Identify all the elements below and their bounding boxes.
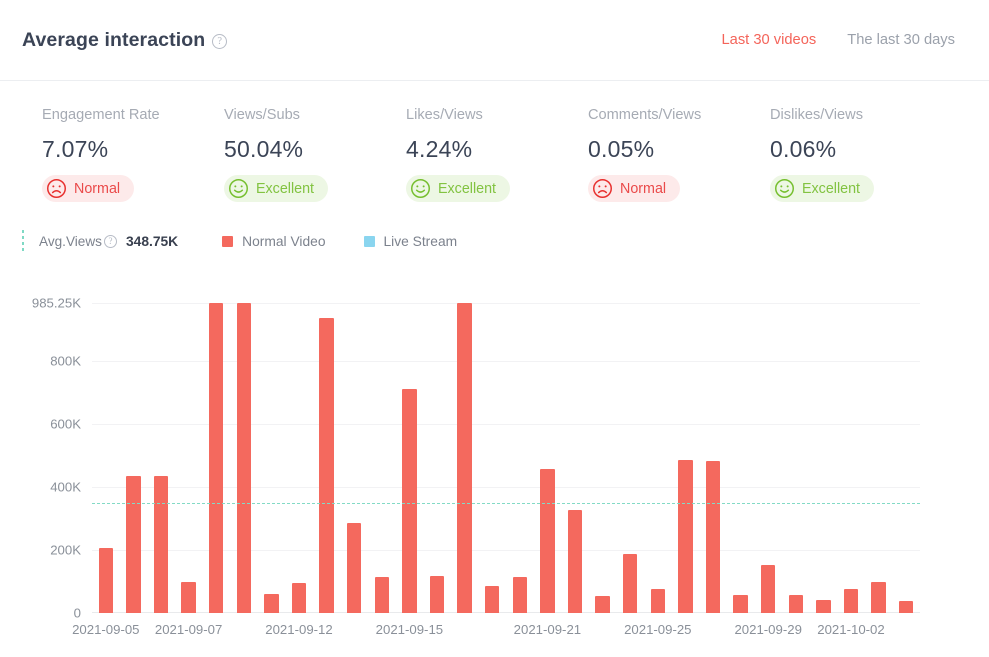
- happy-face-icon: [410, 178, 431, 199]
- chart-bar[interactable]: [485, 586, 499, 613]
- chart-bar[interactable]: [237, 303, 251, 613]
- chart-bar[interactable]: [347, 523, 361, 613]
- chart-bar[interactable]: [430, 576, 444, 613]
- metric-dislikes-views: Dislikes/Views 0.06% Excellent: [770, 107, 952, 221]
- y-axis-tick-label: 985.25K: [32, 296, 81, 311]
- status-badge-label: Normal: [620, 181, 666, 197]
- y-axis-tick-label: 400K: [50, 480, 81, 495]
- chart-plot-area[interactable]: 0200K400K600K800K985.25K2021-09-052021-0…: [92, 303, 920, 613]
- x-axis-tick-label: 2021-09-21: [514, 622, 581, 637]
- metrics-row: Engagement Rate 7.07% Normal Views/Subs …: [0, 81, 989, 221]
- status-badge: Normal: [42, 175, 134, 202]
- chart-bar[interactable]: [678, 460, 692, 613]
- metric-label: Engagement Rate: [42, 107, 224, 123]
- metric-value: 7.07%: [42, 136, 224, 163]
- metric-label: Dislikes/Views: [770, 107, 952, 123]
- chart-bar[interactable]: [457, 303, 471, 613]
- sad-face-icon: [592, 178, 613, 199]
- chart-bar[interactable]: [319, 318, 333, 613]
- page-title: Average interaction ?: [22, 29, 227, 52]
- chart-bar[interactable]: [789, 595, 803, 613]
- tab-last-30-videos[interactable]: Last 30 videos: [722, 32, 817, 48]
- avg-line-marker: [22, 230, 24, 253]
- x-axis-tick-label: 2021-09-12: [265, 622, 332, 637]
- chart-bar[interactable]: [154, 476, 168, 613]
- x-axis-tick-label: 2021-09-05: [72, 622, 139, 637]
- status-badge: Normal: [588, 175, 680, 202]
- status-badge: Excellent: [224, 175, 328, 202]
- x-axis-tick-label: 2021-09-25: [624, 622, 691, 637]
- page-title-text: Average interaction: [22, 29, 205, 52]
- metric-label: Comments/Views: [588, 107, 770, 123]
- y-axis-tick-label: 800K: [50, 354, 81, 369]
- chart-legend: Avg.Views ? 348.75K Normal Video Live St…: [0, 223, 989, 259]
- avg-views-label-text: Avg.Views: [39, 234, 102, 249]
- y-axis-tick-label: 600K: [50, 417, 81, 432]
- legend-swatch-live-stream: [364, 236, 375, 247]
- status-badge: Excellent: [406, 175, 510, 202]
- question-circle-icon[interactable]: ?: [212, 34, 227, 49]
- chart-bar[interactable]: [733, 595, 747, 613]
- chart-bar[interactable]: [513, 577, 527, 613]
- chart-bar[interactable]: [540, 469, 554, 613]
- legend-item-normal-video[interactable]: Normal Video: [222, 234, 325, 249]
- legend-item-live-stream[interactable]: Live Stream: [364, 234, 458, 249]
- panel-header: Average interaction ? Last 30 videos The…: [0, 0, 989, 81]
- status-badge-label: Excellent: [256, 181, 314, 197]
- metric-engagement-rate: Engagement Rate 7.07% Normal: [42, 107, 224, 221]
- chart-bar[interactable]: [623, 554, 637, 613]
- chart-bar[interactable]: [99, 548, 113, 613]
- chart-bar[interactable]: [375, 577, 389, 613]
- metric-value: 50.04%: [224, 136, 406, 163]
- avg-views-value: 348.75K: [126, 234, 178, 249]
- legend-label-normal-video: Normal Video: [242, 234, 325, 249]
- y-axis-tick-label: 200K: [50, 543, 81, 558]
- status-badge-label: Normal: [74, 181, 120, 197]
- chart-bar[interactable]: [595, 596, 609, 613]
- chart-bar[interactable]: [706, 461, 720, 613]
- metric-likes-views: Likes/Views 4.24% Excellent: [406, 107, 588, 221]
- chart-bar[interactable]: [651, 589, 665, 613]
- chart-bar[interactable]: [126, 476, 140, 613]
- legend-swatch-normal-video: [222, 236, 233, 247]
- question-circle-icon[interactable]: ?: [104, 235, 117, 248]
- chart-bar[interactable]: [292, 583, 306, 613]
- metric-comments-views: Comments/Views 0.05% Normal: [588, 107, 770, 221]
- metric-label: Views/Subs: [224, 107, 406, 123]
- avg-views-label: Avg.Views ?: [39, 234, 117, 249]
- chart-bar[interactable]: [568, 510, 582, 613]
- chart-bar[interactable]: [816, 600, 830, 613]
- x-axis-tick-label: 2021-09-29: [734, 622, 801, 637]
- status-badge-label: Excellent: [438, 181, 496, 197]
- legend-label-live-stream: Live Stream: [384, 234, 458, 249]
- chart-bar[interactable]: [871, 582, 885, 613]
- metric-label: Likes/Views: [406, 107, 588, 123]
- chart-bar[interactable]: [264, 594, 278, 614]
- chart-bar[interactable]: [844, 589, 858, 613]
- happy-face-icon: [228, 178, 249, 199]
- chart-bar[interactable]: [402, 389, 416, 613]
- average-views-line: [92, 503, 920, 504]
- x-axis-tick-label: 2021-09-07: [155, 622, 222, 637]
- views-bar-chart: 0200K400K600K800K985.25K2021-09-052021-0…: [0, 259, 989, 629]
- tab-last-30-days[interactable]: The last 30 days: [847, 32, 955, 48]
- chart-bar[interactable]: [181, 582, 195, 613]
- y-axis-tick-label: 0: [74, 606, 81, 621]
- happy-face-icon: [774, 178, 795, 199]
- metric-views-subs: Views/Subs 50.04% Excellent: [224, 107, 406, 221]
- x-axis-tick-label: 2021-09-15: [376, 622, 443, 637]
- metric-value: 4.24%: [406, 136, 588, 163]
- x-axis-tick-label: 2021-10-02: [817, 622, 884, 637]
- time-range-tabs: Last 30 videos The last 30 days: [722, 32, 956, 48]
- chart-bar[interactable]: [899, 601, 913, 613]
- status-badge-label: Excellent: [802, 181, 860, 197]
- average-interaction-panel: Average interaction ? Last 30 videos The…: [0, 0, 989, 657]
- sad-face-icon: [46, 178, 67, 199]
- chart-bar[interactable]: [761, 565, 775, 613]
- chart-bar[interactable]: [209, 303, 223, 613]
- status-badge: Excellent: [770, 175, 874, 202]
- metric-value: 0.05%: [588, 136, 770, 163]
- metric-value: 0.06%: [770, 136, 952, 163]
